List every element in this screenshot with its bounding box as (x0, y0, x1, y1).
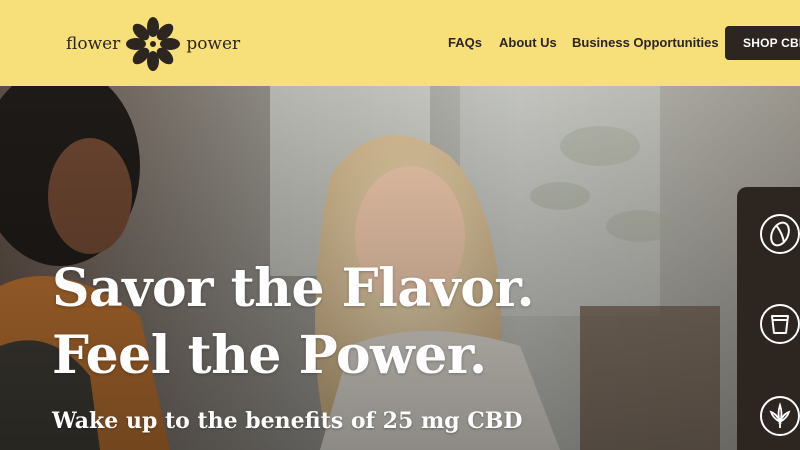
nav-about-us[interactable]: About Us (499, 35, 557, 50)
shop-cbd-button[interactable]: SHOP CBD (725, 26, 800, 60)
nav-faqs[interactable]: FAQs (448, 35, 482, 50)
hero-headline-line-1: Savor the Flavor. (52, 258, 535, 319)
cup-icon[interactable] (759, 303, 800, 345)
flower-icon (126, 17, 181, 71)
logo-word-power: power (186, 34, 241, 54)
cannabis-leaf-icon[interactable] (759, 395, 800, 437)
logo-word-flower: flower (66, 34, 121, 54)
logo[interactable]: flower power (66, 17, 241, 71)
site-header: flower power FAQs About Us Business Oppo… (0, 0, 800, 86)
hero-headline-line-2: Feel the Power. (52, 325, 487, 386)
coffee-bean-icon[interactable] (759, 213, 800, 255)
hero-subheadline: Wake up to the benefits of 25 mg CBD (52, 408, 523, 434)
nav-business-opportunities[interactable]: Business Opportunities (572, 35, 719, 50)
hero-section: Savor the Flavor. Feel the Power. Wake u… (0, 86, 800, 450)
product-icon-panel (737, 187, 800, 450)
